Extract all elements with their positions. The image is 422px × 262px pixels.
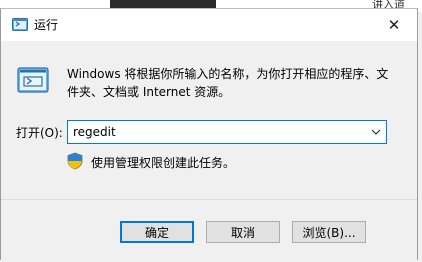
uac-shield-icon bbox=[67, 152, 83, 170]
browse-button[interactable]: 浏览(B)... bbox=[292, 221, 366, 243]
close-button[interactable]: ✕ bbox=[371, 9, 417, 41]
chevron-down-icon[interactable] bbox=[370, 126, 382, 138]
run-icon bbox=[12, 18, 28, 31]
open-label: 打开(O): bbox=[16, 126, 63, 140]
title-bar[interactable]: 运行 ✕ bbox=[1, 9, 417, 41]
run-program-icon bbox=[17, 67, 49, 93]
admin-privilege-note: 使用管理权限创建此任务。 bbox=[91, 156, 236, 170]
dialog-description: Windows 将根据你所输入的名称，为你打开相应的程序、文件夹、文档或 Int… bbox=[67, 67, 389, 99]
button-bar: 确定 取消 浏览(B)... bbox=[1, 199, 417, 262]
cancel-button[interactable]: 取消 bbox=[206, 221, 280, 243]
run-dialog: 运行 ✕ Windows 将根据你所输入的名称，为你打开相应的程序、文件夹、文档… bbox=[0, 8, 418, 262]
open-combobox[interactable] bbox=[67, 120, 387, 144]
command-input[interactable] bbox=[68, 121, 363, 143]
window-title: 运行 bbox=[34, 18, 59, 32]
ok-button[interactable]: 确定 bbox=[120, 221, 194, 243]
